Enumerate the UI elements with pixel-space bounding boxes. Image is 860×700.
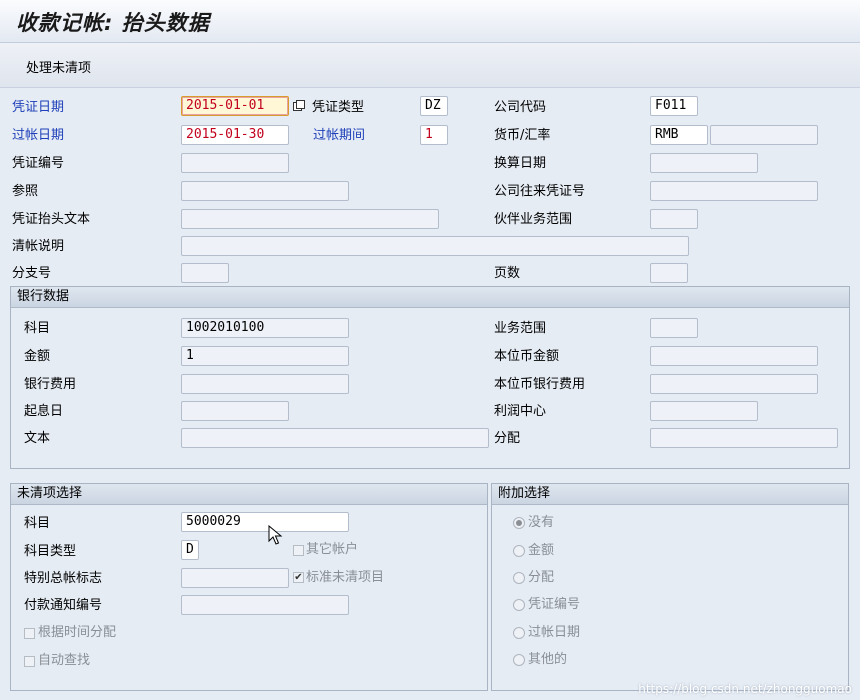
copy-icon[interactable]	[293, 100, 305, 112]
radio-others[interactable]	[513, 654, 525, 666]
oi-account-label: 科目	[24, 516, 51, 531]
profit-center-label: 利润中心	[494, 404, 547, 419]
doc-date-field[interactable]: 2015-01-01	[181, 96, 289, 116]
intercompany-field[interactable]	[650, 181, 818, 201]
radio-assignment[interactable]	[513, 572, 525, 584]
radio-amount[interactable]	[513, 545, 525, 557]
other-accounts-checkbox[interactable]	[293, 545, 304, 556]
auto-search-label: 自动查找	[38, 653, 91, 668]
pages-label: 页数	[494, 266, 521, 281]
profit-center-field[interactable]	[650, 401, 758, 421]
assignment-field[interactable]	[650, 428, 838, 448]
radio-amount-label: 金额	[528, 543, 555, 558]
amount-label: 金额	[24, 349, 51, 364]
lc-amount-field[interactable]	[650, 346, 818, 366]
posting-date-field[interactable]: 2015-01-30	[181, 125, 289, 145]
header-text-label: 凭证抬头文本	[12, 212, 91, 227]
lc-bank-charges-field[interactable]	[650, 374, 818, 394]
currency-label: 货币/汇率	[494, 128, 551, 143]
mouse-pointer-icon	[268, 525, 283, 545]
radio-doc-number-label: 凭证编号	[528, 597, 581, 612]
posting-period-field[interactable]: 1	[420, 125, 448, 145]
radio-doc-number[interactable]	[513, 599, 525, 611]
partner-business-area-field[interactable]	[650, 209, 698, 229]
exchange-rate-field[interactable]	[710, 125, 818, 145]
translation-date-field[interactable]	[650, 153, 758, 173]
company-code-field[interactable]: F011	[650, 96, 698, 116]
branch-label: 分支号	[12, 266, 52, 281]
header-text-field[interactable]	[181, 209, 439, 229]
assignment-label: 分配	[494, 431, 521, 446]
amount-field[interactable]: 1	[181, 346, 349, 366]
lc-bank-charges-label: 本位币银行费用	[494, 377, 586, 392]
bank-charges-label: 银行费用	[24, 377, 77, 392]
account-type-label: 科目类型	[24, 544, 77, 559]
partner-business-area-label: 伙伴业务范围	[494, 212, 573, 227]
process-open-items-button[interactable]: 处理未清项	[26, 57, 91, 76]
title-bar: 收款记帐: 抬头数据	[0, 0, 860, 43]
radio-others-label: 其他的	[528, 652, 568, 667]
reference-label: 参照	[12, 184, 39, 199]
bank-account-field[interactable]: 1002010100	[181, 318, 349, 338]
bank-account-label: 科目	[24, 321, 51, 336]
radio-none[interactable]	[513, 517, 525, 529]
watermark-text: https://blog.csdn.net/zhongguomao	[638, 682, 852, 696]
posting-period-label: 过帐期间	[313, 128, 366, 143]
branch-field[interactable]	[181, 263, 229, 283]
payment-advice-field[interactable]	[181, 595, 349, 615]
doc-number-field[interactable]	[181, 153, 289, 173]
dist-by-age-label: 根据时间分配	[38, 625, 117, 640]
standard-oi-checkbox[interactable]: ✔	[293, 572, 304, 583]
doc-number-label: 凭证编号	[12, 156, 65, 171]
business-area-field[interactable]	[650, 318, 698, 338]
special-gl-label: 特别总帐标志	[24, 571, 103, 586]
bank-data-title: 银行数据	[11, 287, 849, 308]
payment-advice-label: 付款通知编号	[24, 598, 103, 613]
doc-date-label: 凭证日期	[12, 100, 65, 115]
clearing-text-field[interactable]	[181, 236, 689, 256]
value-date-label: 起息日	[24, 404, 64, 419]
bank-charges-field[interactable]	[181, 374, 349, 394]
application-toolbar: 处理未清项	[0, 43, 860, 88]
radio-posting-date-label: 过帐日期	[528, 625, 581, 640]
pages-field[interactable]	[650, 263, 688, 283]
doc-type-field[interactable]: DZ	[420, 96, 448, 116]
special-gl-field[interactable]	[181, 568, 289, 588]
open-item-selection-title: 未清项选择	[11, 484, 487, 505]
auto-search-checkbox[interactable]	[24, 656, 35, 667]
standard-oi-label: 标准未清项目	[306, 570, 385, 585]
dist-by-age-checkbox[interactable]	[24, 628, 35, 639]
bank-text-label: 文本	[24, 431, 51, 446]
radio-assignment-label: 分配	[528, 570, 555, 585]
account-type-field[interactable]: D	[181, 540, 199, 560]
intercompany-label: 公司往来凭证号	[494, 184, 586, 199]
other-accounts-label: 其它帐户	[306, 542, 359, 557]
additional-selections-title: 附加选择	[492, 484, 848, 505]
radio-none-label: 没有	[528, 515, 555, 530]
page-title: 收款记帐: 抬头数据	[16, 11, 210, 35]
oi-account-field[interactable]: 5000029	[181, 512, 349, 532]
business-area-label: 业务范围	[494, 321, 547, 336]
translation-date-label: 换算日期	[494, 156, 547, 171]
lc-amount-label: 本位币金额	[494, 349, 560, 364]
company-code-label: 公司代码	[494, 100, 547, 115]
reference-field[interactable]	[181, 181, 349, 201]
clearing-text-label: 清帐说明	[12, 239, 65, 254]
currency-field[interactable]: RMB	[650, 125, 708, 145]
doc-type-label: 凭证类型	[312, 100, 365, 115]
value-date-field[interactable]	[181, 401, 289, 421]
posting-date-label: 过帐日期	[12, 128, 65, 143]
header-data-screen: 凭证日期 2015-01-01 凭证类型 DZ 公司代码 F011 过帐日期 2…	[0, 88, 860, 700]
bank-text-field[interactable]	[181, 428, 489, 448]
radio-posting-date[interactable]	[513, 627, 525, 639]
